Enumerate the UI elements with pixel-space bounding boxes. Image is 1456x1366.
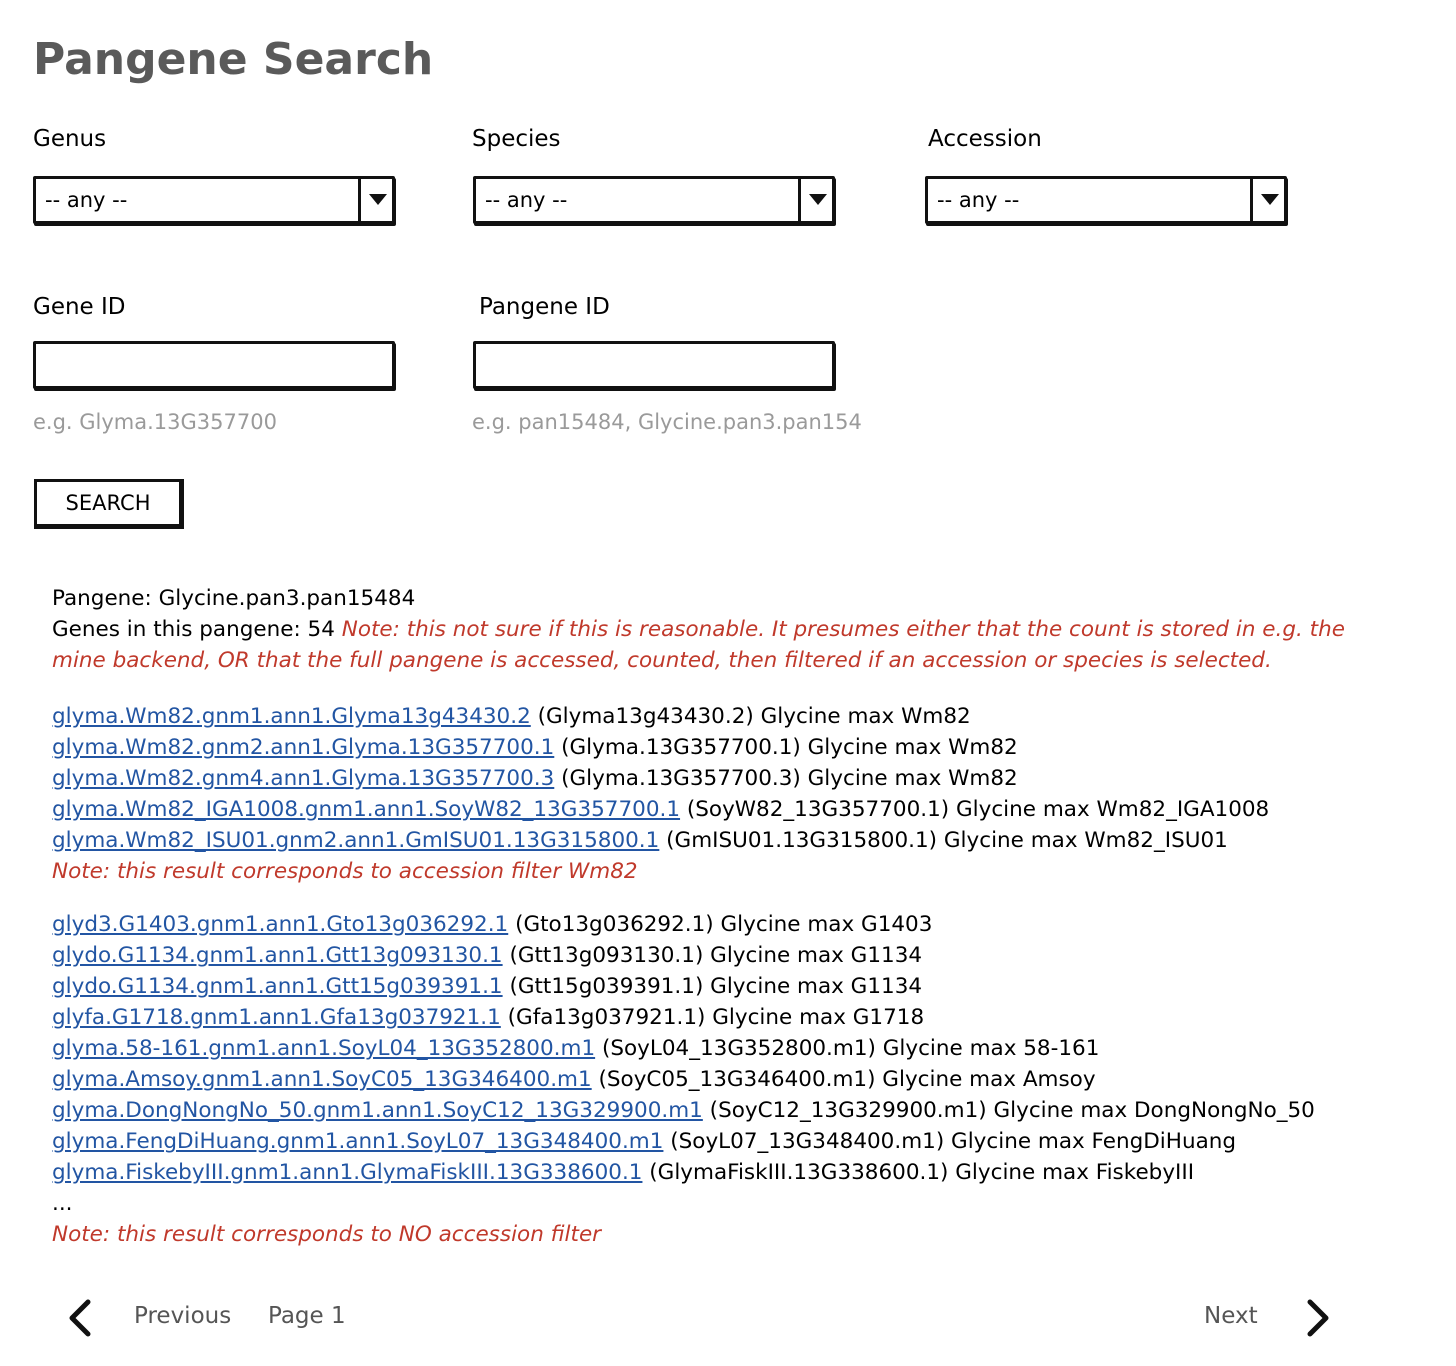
gene-link[interactable]: glyma.Wm82.gnm2.ann1.Glyma.13G357700.1 [52, 735, 554, 760]
gene-description: (SoyL07_13G348400.m1) Glycine max FengDi… [663, 1129, 1237, 1154]
gene-link[interactable]: glyfa.G1718.gnm1.ann1.Gfa13g037921.1 [52, 1005, 501, 1030]
list-item: glyma.Wm82.gnm4.ann1.Glyma.13G357700.3 (… [52, 763, 1452, 794]
result-group-all: glyd3.G1403.gnm1.ann1.Gto13g036292.1 (Gt… [52, 909, 1452, 1250]
no-filter-note: Note: this result corresponds to NO acce… [52, 1222, 602, 1247]
gene-link[interactable]: glyma.58-161.gnm1.ann1.SoyL04_13G352800.… [52, 1036, 595, 1061]
gene-link[interactable]: glyma.FiskebyIII.gnm1.ann1.GlymaFiskIII.… [52, 1160, 642, 1185]
gene-link[interactable]: glyma.Amsoy.gnm1.ann1.SoyC05_13G346400.m… [52, 1067, 592, 1092]
gene-id-hint: e.g. Glyma.13G357700 [33, 410, 277, 434]
gene-description: (SoyL04_13G352800.m1) Glycine max 58-161 [595, 1036, 1100, 1061]
gene-link[interactable]: glydo.G1134.gnm1.ann1.Gtt13g093130.1 [52, 943, 503, 968]
search-button[interactable]: SEARCH [34, 479, 184, 529]
count-note: Note: this not sure if this is reasonabl… [341, 617, 1345, 642]
list-item: glyma.Amsoy.gnm1.ann1.SoyC05_13G346400.m… [52, 1064, 1452, 1095]
result-group-accession: glyma.Wm82.gnm1.ann1.Glyma13g43430.2 (Gl… [52, 701, 1452, 887]
list-item: glyma.58-161.gnm1.ann1.SoyL04_13G352800.… [52, 1033, 1452, 1064]
list-item: glyma.Wm82_ISU01.gnm2.ann1.GmISU01.13G31… [52, 825, 1452, 856]
more-results-ellipsis: ... [52, 1191, 73, 1216]
chevron-down-icon[interactable] [1250, 179, 1284, 221]
genus-select-value: -- any -- [45, 188, 128, 212]
gene-link[interactable]: glyma.Wm82_ISU01.gnm2.ann1.GmISU01.13G31… [52, 828, 659, 853]
gene-description: (Gtt15g039391.1) Glycine max G1134 [502, 974, 923, 999]
list-item: glyfa.G1718.gnm1.ann1.Gfa13g037921.1 (Gf… [52, 1002, 1452, 1033]
chevron-down-icon[interactable] [358, 179, 392, 221]
gene-link[interactable]: glyma.Wm82_IGA1008.gnm1.ann1.SoyW82_13G3… [52, 797, 680, 822]
species-select-value: -- any -- [485, 188, 568, 212]
gene-description: (GmISU01.13G315800.1) Glycine max Wm82_I… [659, 828, 1228, 853]
gene-description: (Glyma.13G357700.1) Glycine max Wm82 [554, 735, 1018, 760]
gene-id-input[interactable] [36, 344, 392, 386]
pangene-id-label: Pangene ID [479, 294, 610, 320]
gene-link[interactable]: glyma.FengDiHuang.gnm1.ann1.SoyL07_13G34… [52, 1129, 663, 1154]
gene-description: (Gfa13g037921.1) Glycine max G1718 [500, 1005, 925, 1030]
pangene-id-hint: e.g. pan15484, Glycine.pan3.pan154 [472, 410, 862, 434]
gene-id-field-box [33, 341, 395, 389]
list-item: glyma.Wm82.gnm2.ann1.Glyma.13G357700.1 (… [52, 732, 1452, 763]
list-item: glyma.DongNongNo_50.gnm1.ann1.SoyC12_13G… [52, 1095, 1452, 1126]
list-item: glyd3.G1403.gnm1.ann1.Gto13g036292.1 (Gt… [52, 909, 1452, 940]
gene-link[interactable]: glyd3.G1403.gnm1.ann1.Gto13g036292.1 [52, 912, 508, 937]
accession-filter-note: Note: this result corresponds to accessi… [52, 859, 638, 884]
species-label: Species [472, 126, 561, 152]
gene-count-text: Genes in this pangene: 54 [52, 617, 342, 642]
gene-description: (GlymaFiskIII.13G338600.1) Glycine max F… [642, 1160, 1195, 1185]
gene-description: (Gtt13g093130.1) Glycine max G1134 [502, 943, 923, 968]
gene-description: (SoyC05_13G346400.m1) Glycine max Amsoy [591, 1067, 1096, 1092]
next-link[interactable]: Next [1204, 1303, 1258, 1329]
previous-link[interactable]: Previous [134, 1303, 231, 1329]
list-item: glydo.G1134.gnm1.ann1.Gtt15g039391.1 (Gt… [52, 971, 1452, 1002]
chevron-left-icon[interactable] [64, 1298, 94, 1338]
gene-link[interactable]: glyma.DongNongNo_50.gnm1.ann1.SoyC12_13G… [52, 1098, 703, 1123]
list-item: glyma.Wm82.gnm1.ann1.Glyma13g43430.2 (Gl… [52, 701, 1452, 732]
list-item: glyma.FiskebyIII.gnm1.ann1.GlymaFiskIII.… [52, 1157, 1452, 1188]
list-item: glydo.G1134.gnm1.ann1.Gtt13g093130.1 (Gt… [52, 940, 1452, 971]
chevron-right-icon[interactable] [1304, 1298, 1334, 1338]
gene-link[interactable]: glyma.Wm82.gnm1.ann1.Glyma13g43430.2 [52, 704, 531, 729]
page-indicator: Page 1 [268, 1303, 346, 1329]
accession-label: Accession [928, 126, 1042, 152]
genus-label: Genus [33, 126, 107, 152]
list-item: glyma.FengDiHuang.gnm1.ann1.SoyL07_13G34… [52, 1126, 1452, 1157]
gene-link[interactable]: glyma.Wm82.gnm4.ann1.Glyma.13G357700.3 [52, 766, 554, 791]
gene-link[interactable]: glydo.G1134.gnm1.ann1.Gtt15g039391.1 [52, 974, 503, 999]
list-item: glyma.Wm82_IGA1008.gnm1.ann1.SoyW82_13G3… [52, 794, 1452, 825]
gene-description: (Gto13g036292.1) Glycine max G1403 [508, 912, 933, 937]
species-select[interactable]: -- any -- [473, 176, 835, 224]
pangene-id-input[interactable] [476, 344, 832, 386]
gene-description: (Glyma13g43430.2) Glycine max Wm82 [530, 704, 971, 729]
gene-id-label: Gene ID [33, 294, 126, 320]
gene-description: (SoyW82_13G357700.1) Glycine max Wm82_IG… [680, 797, 1270, 822]
gene-count-line: Genes in this pangene: 54 Note: this not… [52, 614, 1452, 645]
genus-select[interactable]: -- any -- [33, 176, 395, 224]
gene-description: (Glyma.13G357700.3) Glycine max Wm82 [554, 766, 1018, 791]
pangene-id-field-box [473, 341, 835, 389]
result-header: Pangene: Glycine.pan3.pan15484 Genes in … [52, 583, 1452, 676]
page-title: Pangene Search [33, 34, 434, 85]
pangene-line: Pangene: Glycine.pan3.pan15484 [52, 586, 416, 611]
accession-select-value: -- any -- [937, 188, 1020, 212]
accession-select[interactable]: -- any -- [925, 176, 1287, 224]
chevron-down-icon[interactable] [798, 179, 832, 221]
gene-description: (SoyC12_13G329900.m1) Glycine max DongNo… [702, 1098, 1315, 1123]
count-note-continued: mine backend, OR that the full pangene i… [52, 648, 1272, 673]
